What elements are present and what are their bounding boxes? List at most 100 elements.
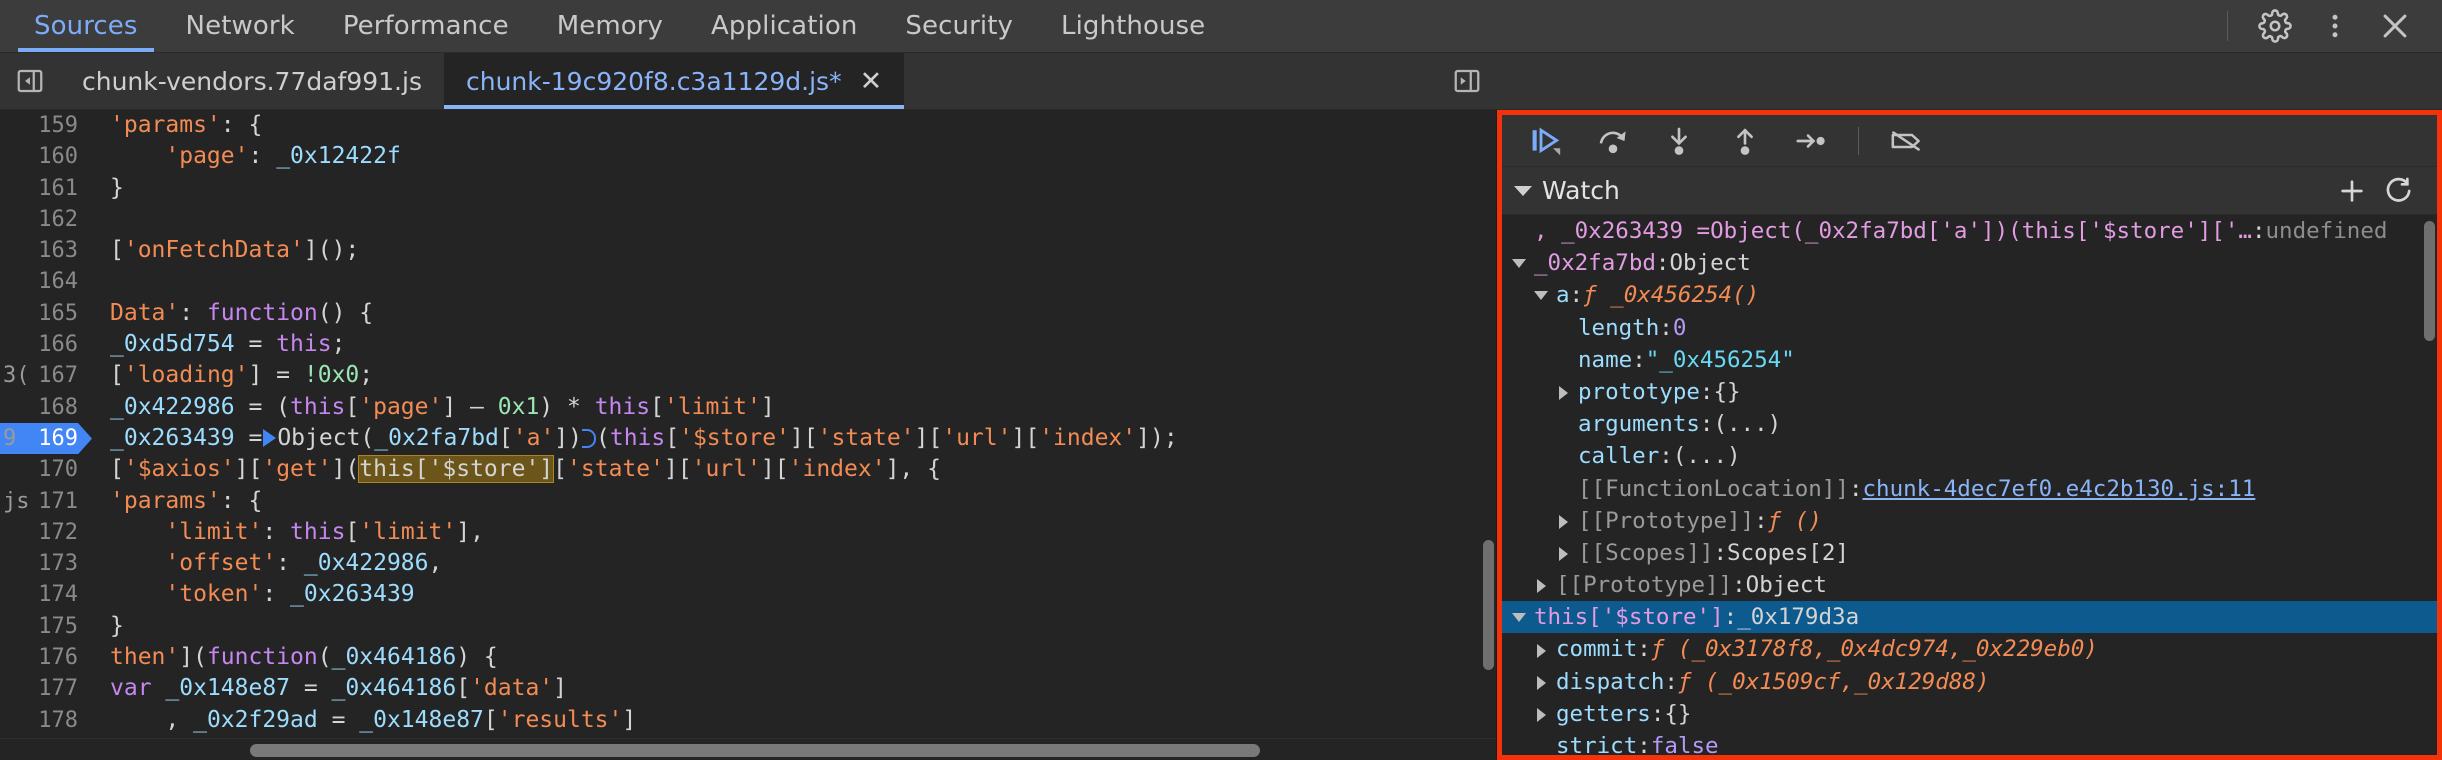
code-text[interactable]: ['onFetchData'](); [92, 235, 359, 266]
line-number[interactable]: 169 [0, 423, 92, 454]
editor-vertical-scrollbar[interactable] [1483, 540, 1494, 670]
step-into-icon[interactable] [1648, 115, 1710, 167]
step-icon[interactable] [1780, 115, 1842, 167]
code-text[interactable]: 'offset': _0x422986, [92, 548, 442, 579]
code-line[interactable]: 161} [0, 173, 1496, 204]
line-number[interactable]: 159 [0, 110, 92, 141]
code-text[interactable]: 'params': { [92, 110, 262, 141]
watch-row[interactable]: , _0x263439 =Object(_0x2fa7bd['a'])(this… [1502, 215, 2437, 247]
code-line[interactable]: 163 ['onFetchData'](); [0, 235, 1496, 266]
line-number[interactable]: 167 [0, 360, 92, 391]
watch-row[interactable]: name: "_0x456254" [1502, 344, 2437, 376]
line-number[interactable]: 163 [0, 235, 92, 266]
chevron-right-icon[interactable] [1554, 544, 1572, 562]
line-number[interactable]: 177 [0, 673, 92, 704]
code-text[interactable]: 'token': _0x263439 [92, 579, 414, 610]
code-text[interactable]: _0xd5d754 = this; [92, 329, 345, 360]
code-line[interactable]: 168 _0x422986 = (this['page'] – 0x1) * th… [0, 392, 1496, 423]
code-line[interactable]: 166 _0xd5d754 = this; [0, 329, 1496, 360]
code-text[interactable]: Data': function() { [92, 298, 373, 329]
line-number[interactable]: 176 [0, 642, 92, 673]
code-line[interactable]: 165 Data': function() { [0, 298, 1496, 329]
chevron-right-icon[interactable] [1554, 512, 1572, 530]
code-line[interactable]: 178 , _0x2f29ad = _0x148e87['results'] [0, 705, 1496, 736]
watch-row[interactable]: _0x2fa7bd: Object [1502, 247, 2437, 279]
chevron-down-icon[interactable] [1510, 254, 1528, 272]
line-number[interactable]: 171 [0, 486, 92, 517]
line-number[interactable]: 168 [0, 392, 92, 423]
watch-row[interactable]: [[Scopes]]: Scopes[2] [1502, 537, 2437, 569]
editor-horizontal-scrollbar[interactable] [0, 738, 1496, 760]
watch-row[interactable]: caller: (...) [1502, 440, 2437, 472]
code-line[interactable]: 167 ['loading'] = !0x0; [0, 360, 1496, 391]
code-text[interactable]: _0x263439 = Object(_0x2fa7bd['a']) (this['… [92, 423, 1178, 454]
close-icon[interactable]: ✕ [860, 68, 883, 95]
settings-gear-icon[interactable] [2246, 0, 2304, 53]
code-line[interactable]: 177 var _0x148e87 = _0x464186['data'] [0, 673, 1496, 704]
chevron-right-icon[interactable] [1532, 576, 1550, 594]
deactivate-breakpoints-icon[interactable] [1875, 115, 1937, 167]
scrollbar-thumb[interactable] [250, 744, 1260, 757]
line-number[interactable]: 164 [0, 266, 92, 297]
code-line[interactable]: 175} [0, 611, 1496, 642]
line-number[interactable]: 175 [0, 611, 92, 642]
code-text[interactable]: } [92, 611, 124, 642]
watch-row[interactable]: [[FunctionLocation]]: chunk-4dec7ef0.e4c… [1502, 473, 2437, 505]
show-navigator-icon[interactable] [0, 53, 60, 109]
editor-viewport[interactable]: 159'params': {160 'page': _0x12422f 161} 1… [0, 110, 1496, 738]
watch-row[interactable]: prototype: {} [1502, 376, 2437, 408]
watch-row[interactable]: [[Prototype]]: ƒ () [1502, 505, 2437, 537]
chevron-right-icon[interactable] [1532, 673, 1550, 691]
code-text[interactable]: then'](function(_0x464186) { [92, 642, 498, 673]
line-number[interactable]: 161 [0, 173, 92, 204]
line-number[interactable]: 172 [0, 517, 92, 548]
code-line-execution[interactable]: 169 _0x263439 = Object(_0x2fa7bd['a']) (thi… [0, 423, 1496, 454]
watch-row[interactable]: arguments: (...) [1502, 408, 2437, 440]
watch-row[interactable]: a: ƒ _0x456254() [1502, 279, 2437, 311]
file-tab-chunk-19c920f8[interactable]: chunk-19c920f8.c3a1129d.js* ✕ [443, 53, 905, 109]
chevron-down-icon[interactable] [1532, 286, 1550, 304]
line-number[interactable]: 178 [0, 705, 92, 736]
more-options-icon[interactable] [2306, 0, 2364, 53]
watch-row[interactable]: length: 0 [1502, 312, 2437, 344]
watch-property-value[interactable]: chunk-4dec7ef0.e4c2b130.js:11 [1862, 473, 2255, 505]
watch-row-selected[interactable]: this['$store']: _0x179d3a [1502, 601, 2437, 634]
line-number[interactable]: 166 [0, 329, 92, 360]
tab-sources[interactable]: Sources [10, 0, 162, 52]
tab-lighthouse[interactable]: Lighthouse [1037, 0, 1229, 52]
watch-row[interactable]: [[Prototype]]: Object [1502, 569, 2437, 601]
add-watch-expression-icon[interactable] [2329, 168, 2375, 214]
line-number[interactable]: 173 [0, 548, 92, 579]
code-text[interactable]: _0x422986 = (this['page'] – 0x1) * this[… [92, 392, 775, 423]
code-text[interactable]: var _0x148e87 = _0x464186['data'] [92, 673, 567, 704]
watch-section-header[interactable]: Watch [1502, 167, 2437, 215]
chevron-down-icon[interactable] [1510, 608, 1528, 626]
line-number[interactable]: 170 [0, 454, 92, 485]
watch-row[interactable]: strict: false [1502, 730, 2437, 755]
chevron-right-icon[interactable] [1554, 383, 1572, 401]
code-line[interactable]: 173 'offset': _0x422986, [0, 548, 1496, 579]
code-line[interactable]: 160 'page': _0x12422f [0, 141, 1496, 172]
file-tab-chunk-vendors[interactable]: chunk-vendors.77daf991.js [60, 53, 444, 109]
tab-performance[interactable]: Performance [319, 0, 533, 52]
chevron-right-icon[interactable] [1532, 641, 1550, 659]
step-over-icon[interactable] [1582, 115, 1644, 167]
code-line[interactable]: 174 'token': _0x263439 [0, 579, 1496, 610]
chevron-down-icon[interactable] [1514, 185, 1532, 196]
code-text[interactable]: , _0x2f29ad = _0x148e87['results'] [92, 705, 636, 736]
code-text[interactable]: ['$axios']['get'](this['$store']['state'… [92, 454, 941, 485]
tab-network[interactable]: Network [162, 0, 319, 52]
code-line[interactable]: 172 'limit': this['limit'], [0, 517, 1496, 548]
tab-security[interactable]: Security [881, 0, 1037, 52]
code-text[interactable]: ['loading'] = !0x0; [92, 360, 373, 391]
code-line[interactable]: 170 ['$axios']['get'](this['$store']['sta… [0, 454, 1496, 485]
code-line[interactable]: 164 [0, 266, 1496, 297]
show-debugger-sidebar-icon[interactable] [1437, 53, 1497, 109]
code-text[interactable]: 'limit': this['limit'], [92, 517, 484, 548]
watch-expressions-list[interactable]: , _0x263439 =Object(_0x2fa7bd['a'])(this… [1502, 215, 2437, 755]
code-text[interactable]: 'page': _0x12422f [92, 141, 400, 172]
code-lines[interactable]: 159'params': {160 'page': _0x12422f 161} 1… [0, 110, 1496, 738]
close-icon[interactable] [2366, 0, 2424, 53]
tab-memory[interactable]: Memory [533, 0, 687, 52]
code-line[interactable]: 171'params': { [0, 486, 1496, 517]
